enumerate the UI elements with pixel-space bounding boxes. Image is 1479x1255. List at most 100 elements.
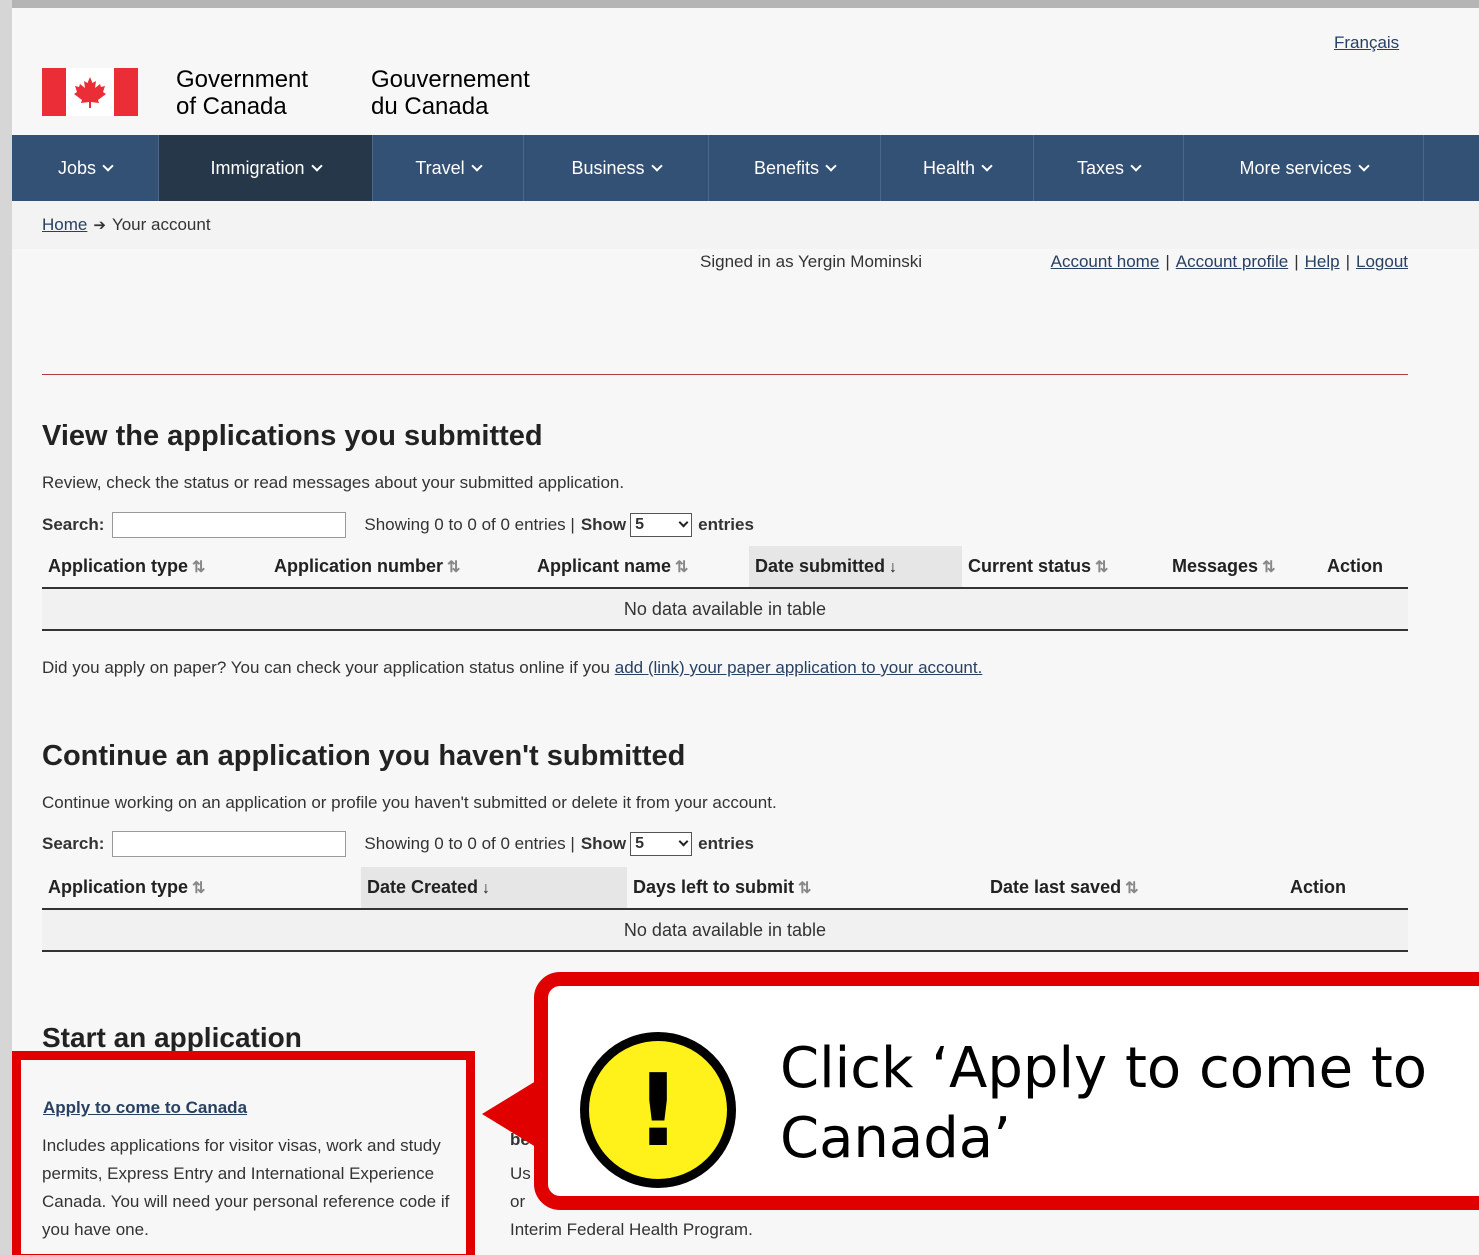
account-links: Account home | Account profile | Help | … <box>1051 252 1408 272</box>
signed-in-text: Signed in as Yergin Mominski <box>700 252 922 272</box>
instruction-callout: ! Click ‘Apply to come to Canada’ <box>534 972 1479 1210</box>
menu-item-travel[interactable]: Travel <box>373 135 524 201</box>
column-label: Date Created <box>367 877 479 897</box>
sort-descending-icon: ↓ <box>889 559 898 576</box>
signature-fr-line2: du Canada <box>371 93 489 120</box>
column-application-type[interactable]: Application type ⇅ <box>42 546 268 589</box>
column-messages[interactable]: Messages ⇅ <box>1166 546 1321 589</box>
column-current-status[interactable]: Current status ⇅ <box>962 546 1166 589</box>
submitted-page-size-select[interactable]: 5 <box>630 513 693 537</box>
breadcrumb-home-link[interactable]: Home <box>42 215 87 235</box>
menu-item-immigration[interactable]: Immigration <box>159 135 373 201</box>
empty-table-message: No data available in table <box>42 909 1408 952</box>
menu-label: Travel <box>415 157 465 178</box>
column-label: Application type <box>48 877 189 897</box>
sort-icon: ⇅ <box>1262 559 1276 576</box>
browser-page: Français Government of Canada Gouverneme… <box>12 0 1479 1255</box>
menu-label: Taxes <box>1076 157 1125 178</box>
sort-icon: ⇅ <box>1095 559 1109 576</box>
help-link[interactable]: Help <box>1305 252 1340 272</box>
column-applicant-name[interactable]: Applicant name ⇅ <box>531 546 749 589</box>
sort-icon: ⇅ <box>675 559 689 576</box>
column-application-type[interactable]: Application type ⇅ <box>42 867 361 910</box>
column-label: Action <box>1290 877 1346 897</box>
column-application-number[interactable]: Application number ⇅ <box>268 546 531 589</box>
account-home-link[interactable]: Account home <box>1051 252 1160 272</box>
column-label: Application type <box>48 556 189 576</box>
link-separator: | <box>1294 252 1299 271</box>
unsubmitted-page-size-select[interactable]: 5 <box>630 832 693 856</box>
sort-icon: ⇅ <box>447 559 461 576</box>
second-option-desc-line3: Interim Federal Health Program. <box>510 1220 753 1239</box>
paper-application-note: Did you apply on paper? You can check yo… <box>42 658 982 678</box>
canada-flag-logo <box>42 68 138 116</box>
menu-label: More services <box>1239 157 1352 178</box>
maple-leaf-icon <box>74 77 106 108</box>
entries-info: Showing 0 to 0 of 0 entries | <box>364 834 575 853</box>
menu-label: Immigration <box>210 157 305 178</box>
chevron-down-icon <box>825 159 837 172</box>
account-profile-link[interactable]: Account profile <box>1176 252 1288 272</box>
search-label: Search: <box>42 834 105 853</box>
column-label: Action <box>1327 556 1383 576</box>
column-action: Action <box>1321 546 1408 589</box>
arrow-right-icon: ➔ <box>93 217 106 234</box>
submitted-applications-table: Application type ⇅ Application number ⇅ Ap… <box>42 546 1408 631</box>
page-size-value: 5 <box>635 835 645 852</box>
paper-note-text: Did you apply on paper? You can check yo… <box>42 658 610 677</box>
column-label: Date submitted <box>755 556 886 576</box>
menu-item-more-services[interactable]: More services <box>1184 135 1424 201</box>
chevron-down-icon <box>1130 159 1142 172</box>
column-days-left[interactable]: Days left to submit ⇅ <box>627 867 984 910</box>
column-action: Action <box>1284 867 1408 910</box>
menu-label: Benefits <box>753 157 820 178</box>
breadcrumb: Home ➔ Your account <box>12 201 1479 249</box>
column-label: Application number <box>274 556 444 576</box>
sort-icon: ⇅ <box>1125 880 1139 897</box>
menu-item-health[interactable]: Health <box>881 135 1034 201</box>
page-size-value: 5 <box>635 516 645 533</box>
menu-item-taxes[interactable]: Taxes <box>1034 135 1184 201</box>
sort-descending-icon: ↓ <box>482 880 491 897</box>
submitted-search-input[interactable] <box>112 512 347 538</box>
chevron-down-icon <box>650 159 663 172</box>
column-label: Days left to submit <box>633 877 795 897</box>
chevron-down-icon <box>310 159 323 172</box>
menu-label: Health <box>922 157 976 178</box>
column-date-last-saved[interactable]: Date last saved ⇅ <box>984 867 1284 910</box>
language-toggle-link[interactable]: Français <box>1334 33 1399 53</box>
link-paper-application-link[interactable]: add (link) your paper application to you… <box>615 658 983 677</box>
link-separator: | <box>1345 252 1350 271</box>
chevron-down-icon <box>471 159 483 172</box>
menu-item-jobs[interactable]: Jobs <box>12 135 159 201</box>
callout-text: Click ‘Apply to come to Canada’ <box>780 1036 1428 1171</box>
unsubmitted-applications-table: Application type ⇅ Date Created ↓ Days lef… <box>42 867 1408 952</box>
chevron-down-icon <box>678 836 689 847</box>
menu-label: Business <box>571 157 645 178</box>
signed-in-label: Signed in as Yergin Mominski <box>700 252 923 271</box>
column-date-created[interactable]: Date Created ↓ <box>361 867 627 910</box>
sort-icon: ⇅ <box>798 880 812 897</box>
unsubmitted-table-controls: Search: Showing 0 to 0 of 0 entries | Sh… <box>42 831 754 857</box>
column-date-submitted[interactable]: Date submitted ↓ <box>749 546 962 589</box>
menu-item-business[interactable]: Business <box>524 135 709 201</box>
entries-info: Showing 0 to 0 of 0 entries | <box>364 515 575 534</box>
exclamation-icon: ! <box>580 1032 736 1188</box>
column-label: Current status <box>968 556 1092 576</box>
sort-icon: ⇅ <box>192 559 206 576</box>
chevron-down-icon <box>102 159 114 172</box>
entries-label: entries <box>698 834 754 853</box>
logout-link[interactable]: Logout <box>1356 252 1408 272</box>
main-menu: Jobs Immigration Travel Business Benefit… <box>12 135 1479 201</box>
sort-icon: ⇅ <box>192 880 206 897</box>
empty-table-message: No data available in table <box>42 588 1408 631</box>
signature-en-line1: Government <box>176 66 309 93</box>
link-separator: | <box>1165 252 1170 271</box>
column-label: Date last saved <box>990 877 1122 897</box>
menu-item-benefits[interactable]: Benefits <box>709 135 881 201</box>
unsubmitted-search-input[interactable] <box>112 831 347 857</box>
breadcrumb-current: Your account <box>111 215 211 234</box>
signature-french: Gouvernement du Canada <box>371 66 530 120</box>
chevron-down-icon <box>678 517 689 528</box>
signature-en-line2: of Canada <box>176 93 287 120</box>
